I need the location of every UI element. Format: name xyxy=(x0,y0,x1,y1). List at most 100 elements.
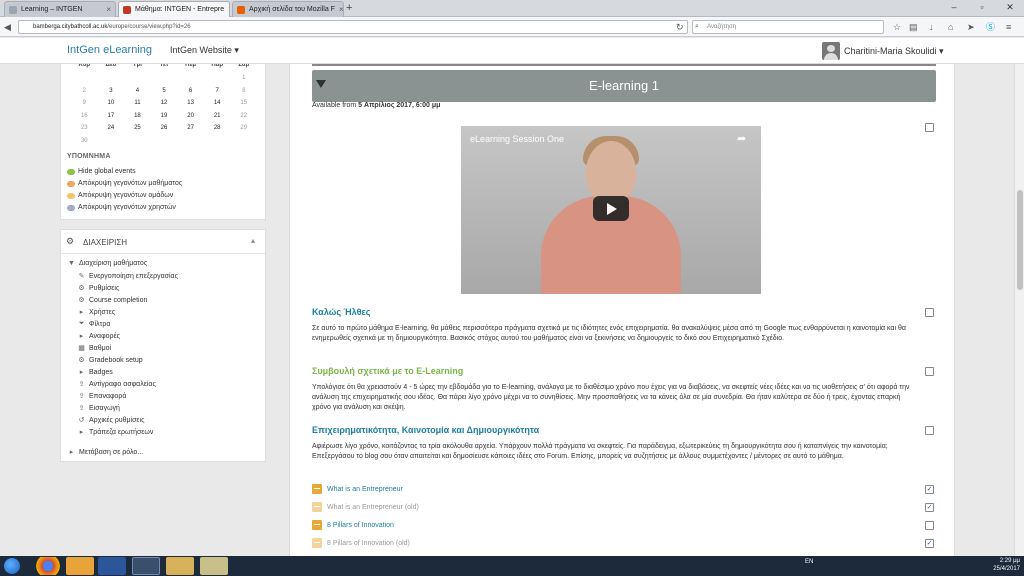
admin-switch-role[interactable]: ▸ Μετάβαση σε ρόλο... xyxy=(67,448,143,457)
outlook-icon[interactable] xyxy=(66,557,94,575)
admin-item[interactable]: ▸ Τράπεζα ερωτήσεων xyxy=(77,428,154,437)
admin-item[interactable]: ▸ Badges xyxy=(77,368,113,377)
minimize-icon[interactable]: – xyxy=(940,0,968,14)
completion-checkbox[interactable] xyxy=(925,521,934,530)
completion-checkbox[interactable] xyxy=(925,426,934,435)
caret-right-icon: ▸ xyxy=(79,369,84,376)
close-window-icon[interactable]: ✕ xyxy=(996,0,1024,14)
send-icon[interactable]: ➤ xyxy=(967,20,975,34)
admin-item[interactable]: ✎ Ενεργοποίηση επεξεργασίας xyxy=(77,272,178,281)
admin-item[interactable]: ⏷ Φίλτρα xyxy=(77,320,111,328)
legend-color-icon xyxy=(67,168,75,175)
site-brand-link[interactable]: IntGen eLearning xyxy=(67,44,152,56)
collapse-icon[interactable]: ▴ xyxy=(251,236,255,245)
admin-item[interactable]: ▦ Βαθμοί xyxy=(77,344,111,353)
url-path: /europe/course/view.php?id=26 xyxy=(107,24,191,30)
chrome-icon[interactable] xyxy=(34,557,62,575)
video-player[interactable]: eLearning Session One ➦ xyxy=(461,126,761,294)
completion-checkbox[interactable]: ✓ xyxy=(925,539,934,548)
completion-checkbox[interactable] xyxy=(925,308,934,317)
search-input[interactable]: Αναζήτηση xyxy=(692,20,884,34)
section-header[interactable]: E-learning 1 xyxy=(312,70,936,102)
calendar-day: 22 xyxy=(240,112,248,119)
caret-right-icon: ▸ xyxy=(79,309,84,316)
admin-item[interactable]: ⚙ Ρυθμίσεις xyxy=(77,284,119,293)
download-icon[interactable]: ↓ xyxy=(929,20,934,34)
calendar-week: 2 3 4 5 6 7 8 xyxy=(71,85,257,98)
caret-down-icon: ▾ xyxy=(939,46,944,56)
calendar-weekday: Τετ xyxy=(159,64,169,68)
browser-tab[interactable]: Αρχική σελίδα του Mozilla F × xyxy=(232,1,344,17)
folder-icon[interactable] xyxy=(166,557,194,575)
clipboard-icon[interactable]: ▤ xyxy=(909,20,918,34)
files-icon[interactable] xyxy=(200,557,228,575)
availability-date: 5 Απρίλιος 2017, 6:00 μμ xyxy=(358,102,441,109)
calendar-day: 30 xyxy=(80,137,88,144)
calendar-day: 6 xyxy=(188,87,193,94)
site-menu-dropdown[interactable]: IntGen Website ▾ xyxy=(170,45,239,56)
completion-checkbox[interactable] xyxy=(925,123,934,132)
admin-item[interactable]: ▸ Αναφορές xyxy=(77,332,120,341)
admin-item[interactable]: ⇪ Αντίγραφο ασφαλείας xyxy=(77,380,156,389)
calendar-weekday-row: Κυρ Δευ Τρι Τετ Πεμ Παρ Σαβ xyxy=(71,64,257,72)
tab-favicon-icon xyxy=(123,5,131,14)
word-icon[interactable] xyxy=(98,557,126,575)
completion-checkbox[interactable]: ✓ xyxy=(925,485,934,494)
site-header: IntGen eLearning IntGen Website ▾ Charit… xyxy=(0,38,1024,64)
admin-item[interactable]: ⚙ Course completion xyxy=(77,296,147,305)
close-icon[interactable]: × xyxy=(335,5,343,14)
activity-title[interactable]: Συμβουλή σχετικά με το E-Learning xyxy=(312,366,463,376)
browser-tab-active[interactable]: Μάθημα: INTGEN - Entrepre × xyxy=(118,1,230,17)
activity-title[interactable]: Επιχειρηματικότητα, Καινοτομία και Δημιο… xyxy=(312,425,539,435)
menu-icon[interactable]: ≡ xyxy=(1006,20,1011,34)
user-menu[interactable]: Charitini-Maria Skoulidi ▾ xyxy=(844,46,944,57)
resource-link[interactable]: What is an Entrepreneur xyxy=(312,484,403,494)
browser-tab[interactable]: Learning – INTGEN × xyxy=(4,1,116,17)
activity-description: Σε αυτό το πρώτο μάθημα E-learning, θα μ… xyxy=(312,325,906,342)
firefox-icon[interactable] xyxy=(132,557,160,575)
calendar-day xyxy=(204,135,231,148)
admin-item[interactable]: ⇪ Επαναφορά xyxy=(77,392,127,401)
close-icon[interactable]: × xyxy=(102,5,111,14)
video-title[interactable]: eLearning Session One xyxy=(470,134,564,144)
legend-hide-global-events[interactable]: Hide global events xyxy=(67,168,136,175)
section-title: E-learning 1 xyxy=(588,78,660,93)
admin-course-administration[interactable]: ▼ Διαχείριση μαθήματος xyxy=(67,260,147,267)
administration-block: ⚙ ΔΙΑΧΕΙΡΙΣΗ ▴ ▼ Διαχείριση μαθήματος ✎ Ε… xyxy=(60,229,266,462)
legend-hide-group-events[interactable]: Απόκρυψη γεγονότων ομάδων xyxy=(67,192,173,199)
completion-checkbox[interactable]: ✓ xyxy=(925,503,934,512)
play-button[interactable] xyxy=(593,196,629,221)
completion-checkbox[interactable] xyxy=(925,367,934,376)
page-scrollbar[interactable] xyxy=(1014,64,1024,559)
admin-item[interactable]: ▸ Χρήστες xyxy=(77,308,115,317)
legend-hide-user-events[interactable]: Απόκρυψη γεγονότων χρηστών xyxy=(67,204,176,211)
maximize-icon[interactable]: ▫ xyxy=(968,0,996,14)
share-icon[interactable]: ➦ xyxy=(737,132,746,145)
caret-right-icon: ▸ xyxy=(79,429,84,436)
start-button[interactable] xyxy=(4,558,20,574)
url-host: bamberga.citybathcoll.ac.uk xyxy=(33,24,108,30)
new-tab-icon[interactable]: + xyxy=(346,2,352,15)
resource-link[interactable]: 8 Pillars of Innovation xyxy=(312,520,394,530)
home-icon[interactable]: ⌂ xyxy=(948,20,953,34)
url-bar[interactable]: bamberga.citybathcoll.ac.uk/europe/cours… xyxy=(18,20,688,34)
caret-down-icon: ▼ xyxy=(68,260,75,267)
admin-item[interactable]: ⇪ Εισαγωγή xyxy=(77,404,120,413)
close-icon[interactable]: × xyxy=(224,5,229,14)
reload-icon[interactable]: ↻ xyxy=(676,20,684,34)
bookmark-star-icon[interactable]: ☆ xyxy=(893,20,901,34)
back-icon[interactable]: ◀ xyxy=(4,20,11,34)
upload-icon: ⇪ xyxy=(78,393,85,400)
admin-item[interactable]: ↺ Αρχικές ρυθμίσεις xyxy=(77,416,145,425)
skype-icon[interactable]: Ⓢ xyxy=(986,20,995,34)
resource-link[interactable]: What is an Entrepreneur (old) xyxy=(312,502,419,512)
tray-language[interactable]: EN xyxy=(805,559,813,565)
admin-item[interactable]: ⚙ Gradebook setup xyxy=(77,356,142,365)
activity-title[interactable]: Καλώς Ήλθες xyxy=(312,307,370,317)
legend-hide-course-events[interactable]: Απόκρυψη γεγονότων μαθήματος xyxy=(67,180,182,187)
avatar[interactable] xyxy=(822,42,840,60)
scrollbar-thumb[interactable] xyxy=(1017,190,1023,290)
resource-link[interactable]: 8 Pillars of Innovation (old) xyxy=(312,538,410,548)
calendar-day xyxy=(151,135,178,148)
system-clock[interactable]: 2:29 μμ 25/4/2017 xyxy=(982,557,1020,573)
